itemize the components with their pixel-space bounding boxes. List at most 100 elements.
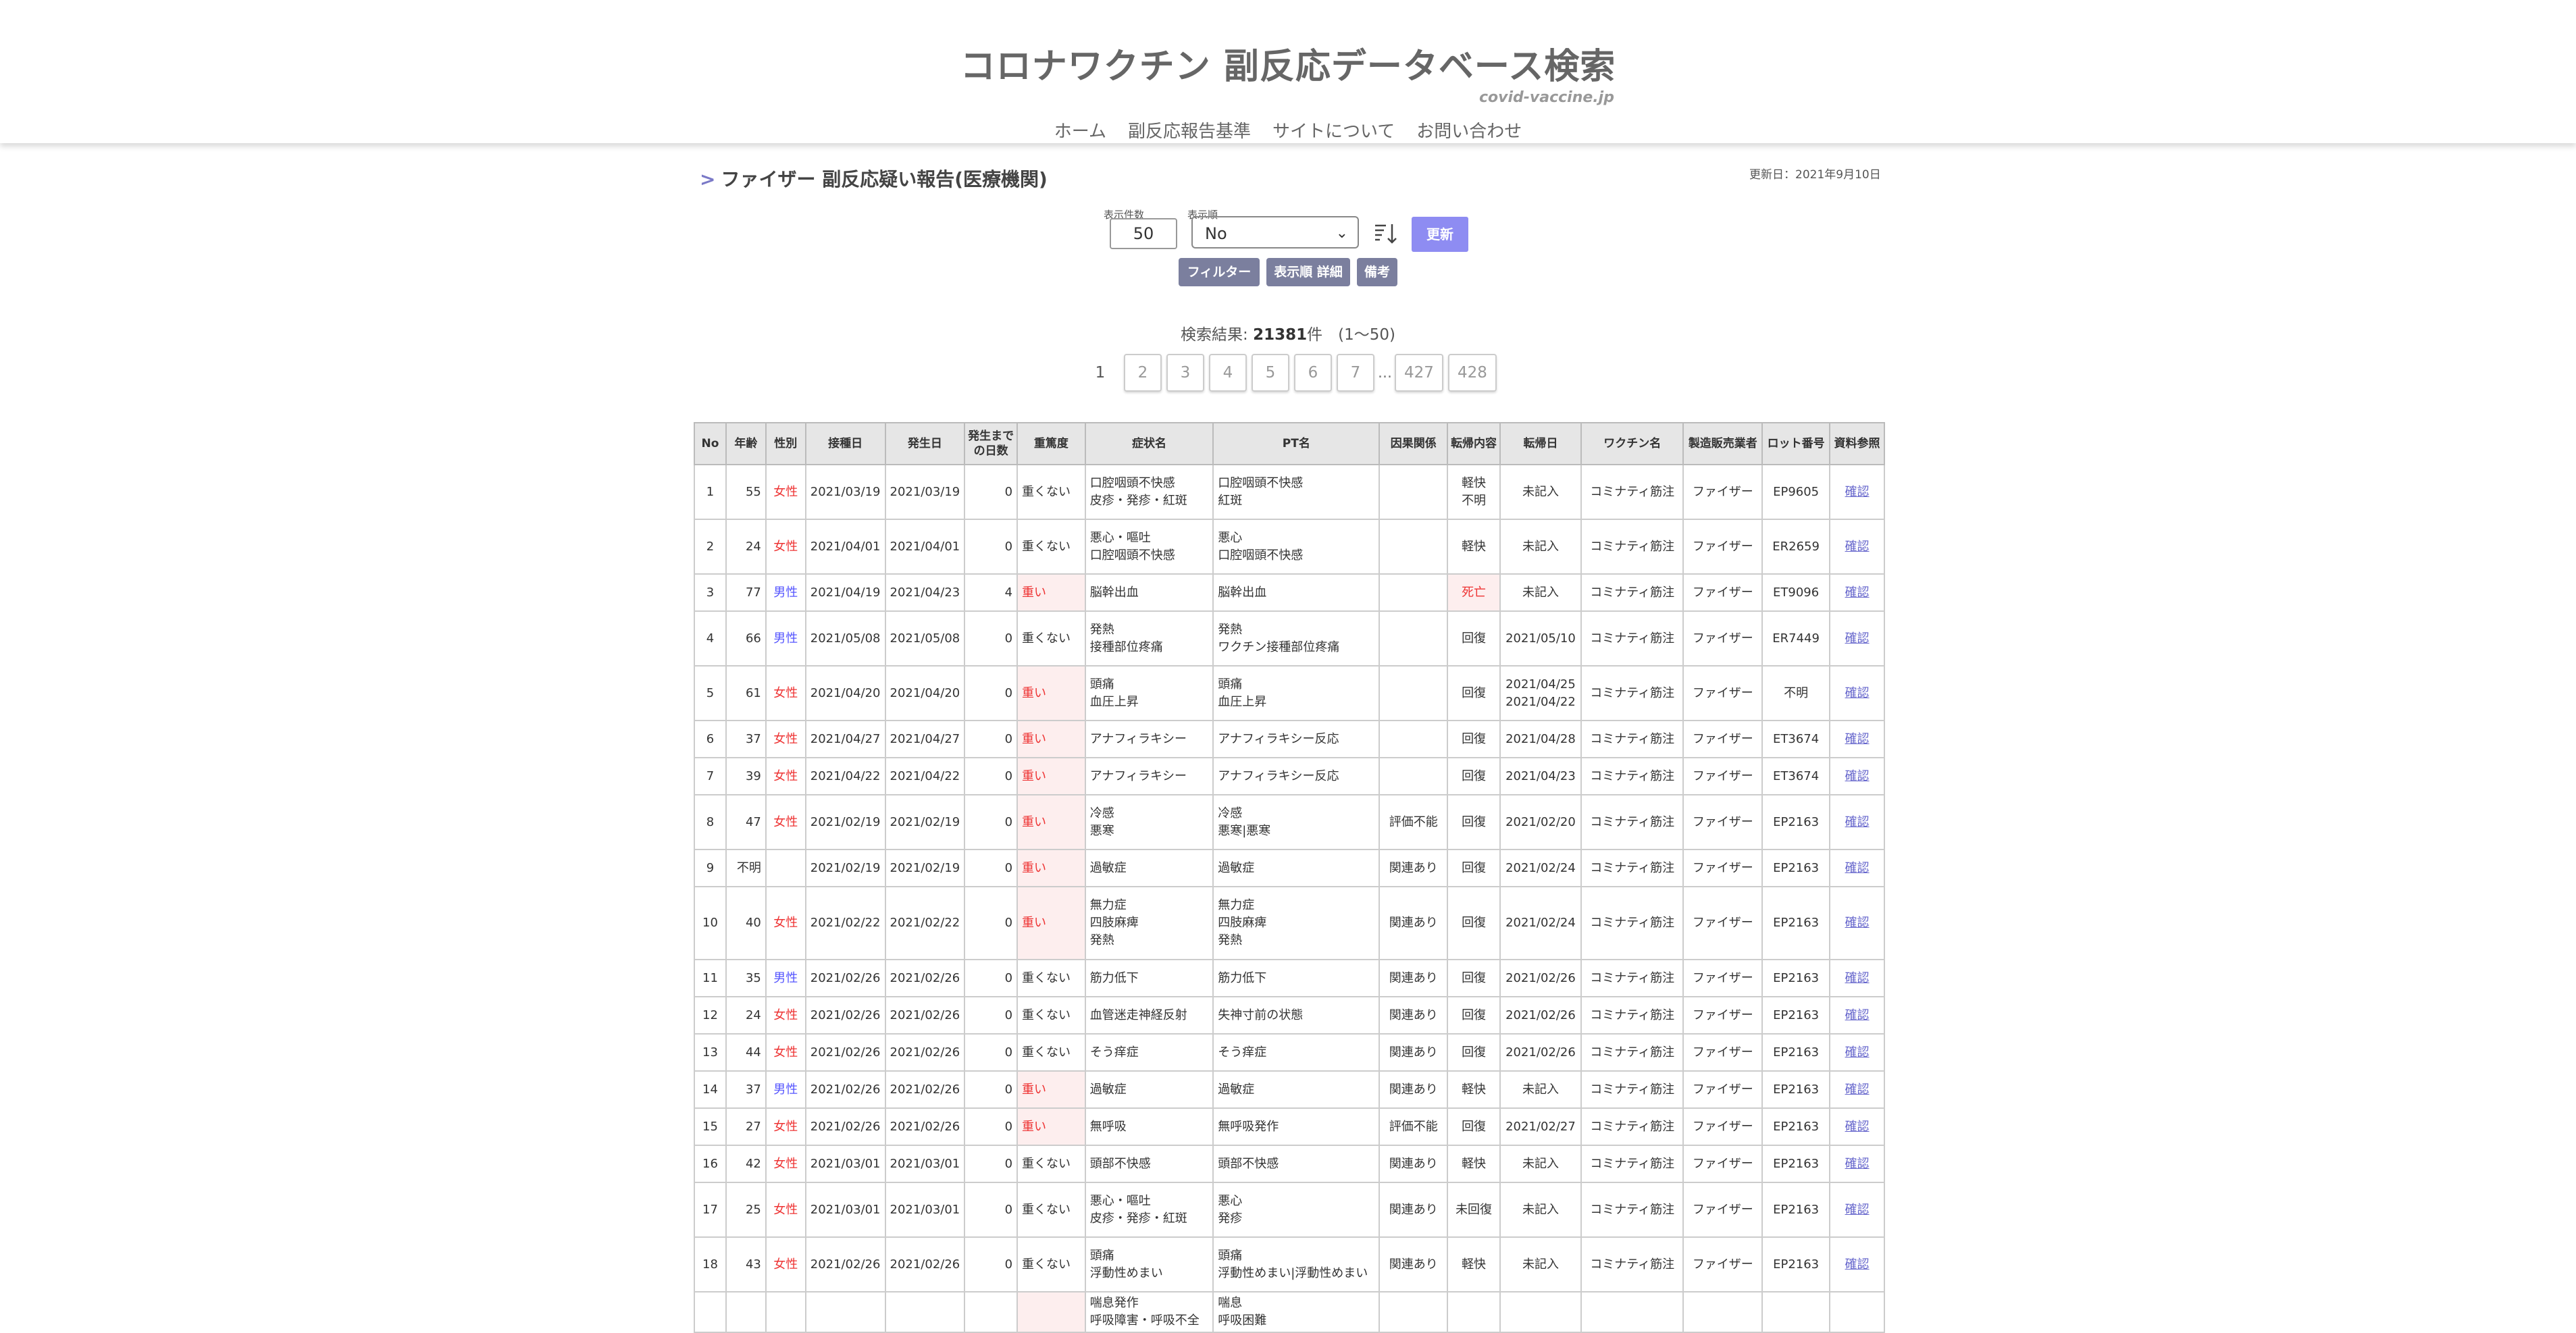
cell-reference: 確認 [1829,886,1885,960]
sort-order-select[interactable]: No ⌄ [1191,216,1359,249]
nav-about[interactable]: サイトについて [1272,117,1395,142]
page-link[interactable]: 6 [1294,354,1332,392]
cell-severity: 重い [1016,720,1086,758]
page-link[interactable]: 7 [1337,354,1374,392]
reference-link[interactable]: 確認 [1845,971,1870,985]
reference-link[interactable]: 確認 [1845,861,1870,875]
cell-vax-date: 2021/02/26 [804,1107,886,1146]
cell-reference: 確認 [1829,1236,1885,1292]
cell-pt-name: 悪心 発疹 [1212,1182,1381,1238]
cell-pt-name: 脳幹出血 [1212,573,1381,612]
nav-contact[interactable]: お問い合わせ [1416,117,1522,142]
site-title[interactable]: コロナワクチン 副反応データベース検索 [0,38,2576,88]
display-count-input[interactable]: 50 [1110,218,1177,249]
cell-severity: 重くない [1016,959,1086,997]
cell-days: 0 [964,959,1019,997]
reference-link[interactable]: 確認 [1845,916,1870,930]
sort-detail-button[interactable]: 表示順 詳細 [1266,258,1350,286]
cell-causality: 関連あり [1379,1236,1449,1292]
cell-sex: 女性 [765,1107,806,1146]
cell-maker: ファイザー [1682,1033,1763,1072]
cell-days: 0 [964,757,1019,795]
reference-link[interactable]: 確認 [1845,732,1870,746]
page-title-text: ファイザー 副反応疑い報告(医療機関) [721,168,1048,190]
reference-link[interactable]: 確認 [1845,686,1870,700]
cell-severity: 重くない [1016,519,1086,575]
reference-link[interactable]: 確認 [1845,1120,1870,1134]
cell-maker [1682,1291,1763,1333]
column-header: 症状名 [1084,422,1214,465]
sort-direction-icon[interactable] [1374,221,1398,246]
reference-link[interactable]: 確認 [1845,1257,1870,1272]
cell-vaccine: コミナティ筋注 [1580,610,1684,666]
page-link[interactable]: 5 [1252,354,1289,392]
cell-causality [1379,720,1449,758]
cell-maker: ファイザー [1682,610,1763,666]
cell-age: 25 [725,1182,767,1238]
cell-sex: 女性 [765,1033,806,1072]
cell-pt-name: 頭部不快感 [1212,1145,1381,1183]
cell-sex: 女性 [765,1182,806,1238]
page-link[interactable]: 428 [1447,354,1497,392]
reference-link[interactable]: 確認 [1845,631,1870,646]
filter-button[interactable]: フィルター [1179,258,1260,286]
cell-no: 9 [694,849,727,887]
cell-onset-date: 2021/04/01 [884,519,966,575]
reference-link[interactable]: 確認 [1845,1203,1870,1217]
nav-report-criteria[interactable]: 副反応報告基準 [1128,117,1251,142]
cell-outcome-date: 未記入 [1499,519,1582,575]
cell-pt-name: 冷感 悪寒|悪寒 [1212,794,1381,850]
cell-severity: 重くない [1016,610,1086,666]
reference-link[interactable]: 確認 [1845,1045,1870,1060]
page-link[interactable]: 4 [1209,354,1247,392]
table-row: 1 55 女性 2021/03/19 2021/03/19 0 重くない 口腔咽頭不快感 皮疹・… [694,464,1885,520]
cell-reference: 確認 [1829,720,1885,758]
cell-maker: ファイザー [1682,720,1763,758]
cell-reference: 確認 [1829,959,1885,997]
cell-severity: 重くない [1016,1145,1086,1183]
cell-symptoms: 筋力低下 [1084,959,1214,997]
reference-link[interactable]: 確認 [1845,540,1870,554]
cell-days: 0 [964,886,1019,960]
cell-reference [1829,1291,1885,1333]
cell-age: 40 [725,886,767,960]
cell-days: 0 [964,1107,1019,1146]
page-link[interactable]: 3 [1166,354,1204,392]
nav-home[interactable]: ホーム [1054,117,1106,142]
cell-vaccine: コミナティ筋注 [1580,757,1684,795]
cell-lot: ER2659 [1761,519,1831,575]
table-row: 15 27 女性 2021/02/26 2021/02/26 0 重い 無呼吸 無呼吸発作 評価不… [694,1107,1885,1146]
note-button[interactable]: 備考 [1357,258,1397,286]
cell-lot [1761,1291,1831,1333]
table-row: 12 24 女性 2021/02/26 2021/02/26 0 重くない 血管迷走神経反射失… [694,996,1885,1035]
column-header: ワクチン名 [1580,422,1684,465]
reference-link[interactable]: 確認 [1845,485,1870,499]
reference-link[interactable]: 確認 [1845,1157,1870,1171]
reference-link[interactable]: 確認 [1845,815,1870,829]
cell-age: 44 [725,1033,767,1072]
column-header: 接種日 [804,422,886,465]
cell-days: 0 [964,720,1019,758]
reference-link[interactable]: 確認 [1845,1082,1870,1097]
cell-no: 10 [694,886,727,960]
update-button[interactable]: 更新 [1412,217,1468,252]
cell-maker: ファイザー [1682,886,1763,960]
table-row: 17 25 女性 2021/03/01 2021/03/01 0 重くない 悪心・嘔吐 皮疹・発… [694,1182,1885,1238]
cell-symptoms: 悪心・嘔吐 皮疹・発疹・紅斑 [1084,1182,1214,1238]
cell-symptoms: 脳幹出血 [1084,573,1214,612]
reference-link[interactable]: 確認 [1845,1008,1870,1022]
cell-outcome-date: 未記入 [1499,1182,1582,1238]
cell-vax-date: 2021/02/19 [804,849,886,887]
cell-sex: 男性 [765,959,806,997]
cell-outcome-date [1499,1291,1582,1333]
current-page: 1 [1095,364,1106,382]
page-title: > ファイザー 副反応疑い報告(医療機関) [700,165,1048,192]
table-header-row: No 年齢 性別 接種日 発生日 発生まで の日数 重篤度 症状名 PT名 因果関係 転帰内容 転帰日ワ… [694,422,1885,465]
cell-no: 6 [694,720,727,758]
page-link[interactable]: 427 [1394,354,1443,392]
reference-link[interactable]: 確認 [1845,585,1870,600]
reference-link[interactable]: 確認 [1845,769,1870,783]
page-link[interactable]: 2 [1124,354,1162,392]
cell-onset-date: 2021/05/08 [884,610,966,666]
cell-causality: 評価不能 [1379,794,1449,850]
